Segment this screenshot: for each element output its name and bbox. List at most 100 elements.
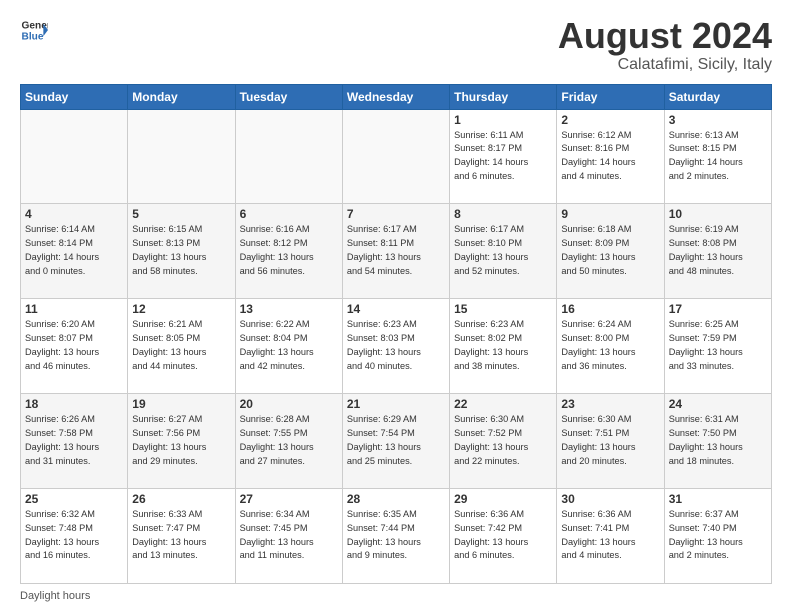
day-info: Sunrise: 6:17 AM Sunset: 8:10 PM Dayligh… [454, 223, 552, 278]
day-info: Sunrise: 6:20 AM Sunset: 8:07 PM Dayligh… [25, 318, 123, 373]
day-info: Sunrise: 6:19 AM Sunset: 8:08 PM Dayligh… [669, 223, 767, 278]
day-info: Sunrise: 6:21 AM Sunset: 8:05 PM Dayligh… [132, 318, 230, 373]
day-number: 9 [561, 207, 659, 221]
calendar-week-row: 18Sunrise: 6:26 AM Sunset: 7:58 PM Dayli… [21, 394, 772, 489]
calendar-header-row: SundayMondayTuesdayWednesdayThursdayFrid… [21, 84, 772, 109]
day-number: 4 [25, 207, 123, 221]
day-number: 26 [132, 492, 230, 506]
calendar-day-header: Tuesday [235, 84, 342, 109]
day-info: Sunrise: 6:12 AM Sunset: 8:16 PM Dayligh… [561, 129, 659, 184]
calendar-day-header: Saturday [664, 84, 771, 109]
day-info: Sunrise: 6:27 AM Sunset: 7:56 PM Dayligh… [132, 413, 230, 468]
day-info: Sunrise: 6:23 AM Sunset: 8:03 PM Dayligh… [347, 318, 445, 373]
day-info: Sunrise: 6:23 AM Sunset: 8:02 PM Dayligh… [454, 318, 552, 373]
calendar-cell [235, 109, 342, 204]
day-number: 25 [25, 492, 123, 506]
calendar-week-row: 11 Sunrise: 6:20 AM Sunset: 8:07 PM Dayli… [21, 299, 772, 394]
calendar-cell: 6 Sunrise: 6:16 AM Sunset: 8:12 PM Daylig… [235, 204, 342, 299]
day-number: 7 [347, 207, 445, 221]
calendar-cell [21, 109, 128, 204]
calendar-cell: 4 Sunrise: 6:14 AM Sunset: 8:14 PM Daylig… [21, 204, 128, 299]
day-number: 17 [669, 302, 767, 316]
day-number: 15 [454, 302, 552, 316]
calendar-cell: 10 Sunrise: 6:19 AM Sunset: 8:08 PM Dayli… [664, 204, 771, 299]
calendar-cell: 22 Sunrise: 6:30 AM Sunset: 7:52 PM Dayli… [450, 394, 557, 489]
calendar-week-row: 25 Sunrise: 6:32 AM Sunset: 7:48 PM Dayli… [21, 489, 772, 584]
day-info: Sunrise: 6:28 AM Sunset: 7:55 PM Dayligh… [240, 413, 338, 468]
day-number: 31 [669, 492, 767, 506]
day-info: Sunrise: 6:15 AM Sunset: 8:13 PM Dayligh… [132, 223, 230, 278]
calendar-cell: 13 Sunrise: 6:22 AM Sunset: 8:04 PM Dayli… [235, 299, 342, 394]
calendar-cell: 14Sunrise: 6:23 AM Sunset: 8:03 PM Dayli… [342, 299, 449, 394]
calendar-day-header: Monday [128, 84, 235, 109]
svg-text:Blue: Blue [22, 31, 44, 42]
day-number: 21 [347, 397, 445, 411]
calendar-cell: 26 Sunrise: 6:33 AM Sunset: 7:47 PM Dayli… [128, 489, 235, 584]
day-number: 1 [454, 113, 552, 127]
day-number: 30 [561, 492, 659, 506]
calendar-cell: 1 Sunrise: 6:11 AM Sunset: 8:17 PM Daylig… [450, 109, 557, 204]
day-info: Sunrise: 6:34 AM Sunset: 7:45 PM Dayligh… [240, 508, 338, 563]
calendar-week-row: 1 Sunrise: 6:11 AM Sunset: 8:17 PM Daylig… [21, 109, 772, 204]
day-number: 16 [561, 302, 659, 316]
calendar-cell: 7Sunrise: 6:17 AM Sunset: 8:11 PM Daylig… [342, 204, 449, 299]
day-number: 2 [561, 113, 659, 127]
day-number: 18 [25, 397, 123, 411]
title-block: August 2024 Calatafimi, Sicily, Italy [558, 16, 772, 74]
day-info: Sunrise: 6:35 AM Sunset: 7:44 PM Dayligh… [347, 508, 445, 563]
calendar-week-row: 4 Sunrise: 6:14 AM Sunset: 8:14 PM Daylig… [21, 204, 772, 299]
calendar-cell: 27 Sunrise: 6:34 AM Sunset: 7:45 PM Dayli… [235, 489, 342, 584]
calendar-cell: 15 Sunrise: 6:23 AM Sunset: 8:02 PM Dayli… [450, 299, 557, 394]
calendar-cell: 28 Sunrise: 6:35 AM Sunset: 7:44 PM Dayli… [342, 489, 449, 584]
daylight-label: Daylight hours [20, 590, 90, 602]
day-info: Sunrise: 6:25 AM Sunset: 7:59 PM Dayligh… [669, 318, 767, 373]
footer: Daylight hours [20, 590, 772, 602]
day-number: 28 [347, 492, 445, 506]
calendar-cell: 12Sunrise: 6:21 AM Sunset: 8:05 PM Dayli… [128, 299, 235, 394]
day-info: Sunrise: 6:32 AM Sunset: 7:48 PM Dayligh… [25, 508, 123, 563]
calendar-cell: 18Sunrise: 6:26 AM Sunset: 7:58 PM Dayli… [21, 394, 128, 489]
calendar-cell: 11 Sunrise: 6:20 AM Sunset: 8:07 PM Dayli… [21, 299, 128, 394]
calendar-cell: 25 Sunrise: 6:32 AM Sunset: 7:48 PM Dayli… [21, 489, 128, 584]
day-info: Sunrise: 6:18 AM Sunset: 8:09 PM Dayligh… [561, 223, 659, 278]
calendar-cell: 19 Sunrise: 6:27 AM Sunset: 7:56 PM Dayli… [128, 394, 235, 489]
day-number: 20 [240, 397, 338, 411]
logo-icon: General Blue [20, 16, 48, 44]
day-info: Sunrise: 6:24 AM Sunset: 8:00 PM Dayligh… [561, 318, 659, 373]
calendar-cell: 31Sunrise: 6:37 AM Sunset: 7:40 PM Dayli… [664, 489, 771, 584]
day-number: 22 [454, 397, 552, 411]
calendar-cell [128, 109, 235, 204]
calendar-cell: 23Sunrise: 6:30 AM Sunset: 7:51 PM Dayli… [557, 394, 664, 489]
calendar-cell [342, 109, 449, 204]
day-info: Sunrise: 6:22 AM Sunset: 8:04 PM Dayligh… [240, 318, 338, 373]
day-number: 6 [240, 207, 338, 221]
day-number: 13 [240, 302, 338, 316]
day-info: Sunrise: 6:36 AM Sunset: 7:41 PM Dayligh… [561, 508, 659, 563]
calendar-cell: 20 Sunrise: 6:28 AM Sunset: 7:55 PM Dayli… [235, 394, 342, 489]
calendar-cell: 8 Sunrise: 6:17 AM Sunset: 8:10 PM Daylig… [450, 204, 557, 299]
day-number: 19 [132, 397, 230, 411]
day-info: Sunrise: 6:11 AM Sunset: 8:17 PM Dayligh… [454, 129, 552, 184]
day-number: 5 [132, 207, 230, 221]
page: General Blue August 2024 Calatafimi, Sic… [0, 0, 792, 612]
calendar-day-header: Wednesday [342, 84, 449, 109]
day-info: Sunrise: 6:14 AM Sunset: 8:14 PM Dayligh… [25, 223, 123, 278]
calendar-cell: 16 Sunrise: 6:24 AM Sunset: 8:00 PM Dayli… [557, 299, 664, 394]
day-info: Sunrise: 6:33 AM Sunset: 7:47 PM Dayligh… [132, 508, 230, 563]
day-number: 8 [454, 207, 552, 221]
day-number: 11 [25, 302, 123, 316]
day-number: 10 [669, 207, 767, 221]
calendar-cell: 29Sunrise: 6:36 AM Sunset: 7:42 PM Dayli… [450, 489, 557, 584]
day-info: Sunrise: 6:30 AM Sunset: 7:52 PM Dayligh… [454, 413, 552, 468]
day-number: 3 [669, 113, 767, 127]
day-info: Sunrise: 6:16 AM Sunset: 8:12 PM Dayligh… [240, 223, 338, 278]
calendar-table: SundayMondayTuesdayWednesdayThursdayFrid… [20, 84, 772, 584]
day-info: Sunrise: 6:36 AM Sunset: 7:42 PM Dayligh… [454, 508, 552, 563]
day-number: 27 [240, 492, 338, 506]
logo: General Blue [20, 16, 48, 44]
subtitle: Calatafimi, Sicily, Italy [558, 56, 772, 74]
calendar-cell: 3Sunrise: 6:13 AM Sunset: 8:15 PM Daylig… [664, 109, 771, 204]
day-number: 24 [669, 397, 767, 411]
calendar-cell: 30 Sunrise: 6:36 AM Sunset: 7:41 PM Dayli… [557, 489, 664, 584]
day-info: Sunrise: 6:29 AM Sunset: 7:54 PM Dayligh… [347, 413, 445, 468]
